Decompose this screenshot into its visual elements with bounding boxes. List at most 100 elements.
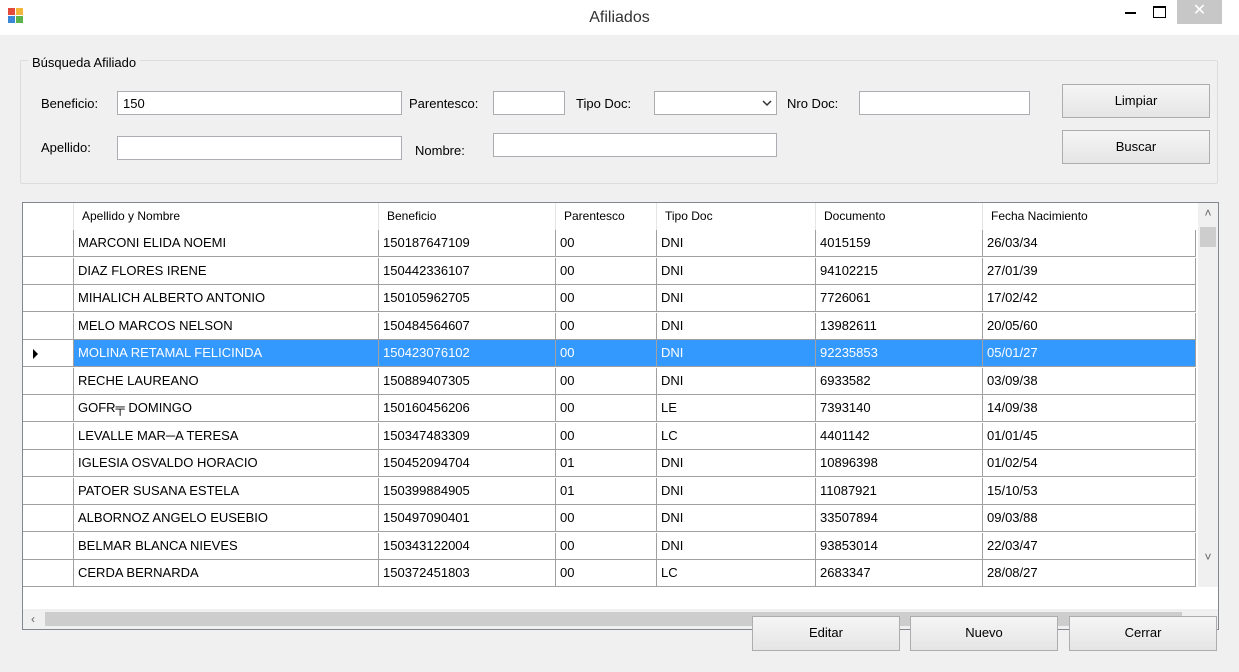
table-cell[interactable]: MOLINA RETAMAL FELICINDA: [74, 340, 379, 367]
table-row[interactable]: BELMAR BLANCA NIEVES 150343122004 00 DNI 938…: [23, 532, 1196, 560]
table-cell[interactable]: 4015159: [816, 230, 983, 257]
table-cell[interactable]: DNI: [657, 340, 816, 367]
column-header[interactable]: Apellido y Nombre: [74, 203, 379, 230]
table-cell[interactable]: 2683347: [816, 560, 983, 587]
table-cell[interactable]: 150442336107: [379, 257, 556, 285]
table-cell[interactable]: 00: [556, 367, 657, 395]
table-row[interactable]: CERDA BERNARDA 150372451803 00 LC 2683347 28/…: [23, 560, 1196, 587]
row-header[interactable]: [23, 367, 74, 395]
table-cell[interactable]: DNI: [657, 450, 816, 477]
table-row[interactable]: DIAZ FLORES IRENE 150442336107 00 DNI 941022…: [23, 257, 1196, 285]
row-header[interactable]: [23, 395, 74, 422]
table-cell[interactable]: 150452094704: [379, 450, 556, 477]
table-row[interactable]: MOLINA RETAMAL FELICINDA 150423076102 00 DN…: [23, 340, 1196, 367]
table-cell[interactable]: 00: [556, 532, 657, 560]
apellido-input[interactable]: [117, 136, 402, 160]
row-header[interactable]: [23, 340, 74, 367]
table-cell[interactable]: DNI: [657, 367, 816, 395]
column-header[interactable]: Documento: [816, 203, 983, 230]
table-cell[interactable]: 4401142: [816, 422, 983, 450]
table-cell[interactable]: 01: [556, 477, 657, 505]
table-cell[interactable]: 150187647109: [379, 230, 556, 257]
buscar-button[interactable]: Buscar: [1062, 130, 1210, 164]
table-cell[interactable]: 150399884905: [379, 477, 556, 505]
table-cell[interactable]: 94102215: [816, 257, 983, 285]
table-cell[interactable]: 00: [556, 395, 657, 422]
table-cell[interactable]: 27/01/39: [983, 257, 1196, 285]
table-cell[interactable]: PATOER SUSANA ESTELA: [74, 477, 379, 505]
table-cell[interactable]: 150484564607: [379, 312, 556, 340]
table-cell[interactable]: DNI: [657, 505, 816, 532]
table-cell[interactable]: 00: [556, 505, 657, 532]
table-cell[interactable]: 00: [556, 312, 657, 340]
table-cell[interactable]: 15/10/53: [983, 477, 1196, 505]
table-cell[interactable]: DNI: [657, 532, 816, 560]
table-row[interactable]: MARCONI ELIDA NOEMI 150187647109 00 DNI 4015…: [23, 230, 1196, 257]
close-icon[interactable]: ✕: [1177, 0, 1222, 24]
table-cell[interactable]: LE: [657, 395, 816, 422]
table-cell[interactable]: 01: [556, 450, 657, 477]
table-cell[interactable]: LC: [657, 422, 816, 450]
table-cell[interactable]: 20/05/60: [983, 312, 1196, 340]
table-cell[interactable]: 00: [556, 230, 657, 257]
table-cell[interactable]: DNI: [657, 312, 816, 340]
table-cell[interactable]: MELO MARCOS NELSON: [74, 312, 379, 340]
table-row[interactable]: RECHE LAUREANO 150889407305 00 DNI 6933582 03…: [23, 367, 1196, 395]
table-cell[interactable]: 00: [556, 340, 657, 367]
table-cell[interactable]: 150160456206: [379, 395, 556, 422]
table-row[interactable]: PATOER SUSANA ESTELA 150399884905 01 DNI 110…: [23, 477, 1196, 505]
row-header[interactable]: [23, 560, 74, 587]
table-cell[interactable]: 93853014: [816, 532, 983, 560]
table-cell[interactable]: 7393140: [816, 395, 983, 422]
minimize-icon[interactable]: [1117, 0, 1143, 24]
table-cell[interactable]: 00: [556, 422, 657, 450]
table-cell[interactable]: ALBORNOZ ANGELO EUSEBIO: [74, 505, 379, 532]
table-cell[interactable]: 6933582: [816, 367, 983, 395]
table-cell[interactable]: 14/09/38: [983, 395, 1196, 422]
table-cell[interactable]: RECHE LAUREANO: [74, 367, 379, 395]
table-cell[interactable]: 05/01/27: [983, 340, 1196, 367]
beneficio-input[interactable]: [117, 91, 402, 115]
scroll-left-icon[interactable]: ‹: [24, 609, 42, 629]
table-cell[interactable]: GOFR╤ DOMINGO: [74, 395, 379, 422]
afiliados-grid[interactable]: Apellido y Nombre Beneficio Parentesco T…: [22, 202, 1219, 630]
vertical-scrollbar[interactable]: ˄ ˅: [1198, 203, 1218, 587]
limpiar-button[interactable]: Limpiar: [1062, 84, 1210, 118]
table-cell[interactable]: BELMAR BLANCA NIEVES: [74, 532, 379, 560]
table-row[interactable]: GOFR╤ DOMINGO 150160456206 00 LE 7393140 14/0…: [23, 395, 1196, 422]
row-header[interactable]: [23, 230, 74, 257]
table-cell[interactable]: DNI: [657, 477, 816, 505]
parentesco-input[interactable]: [493, 91, 565, 115]
row-header[interactable]: [23, 422, 74, 450]
table-cell[interactable]: DNI: [657, 230, 816, 257]
table-cell[interactable]: 01/02/54: [983, 450, 1196, 477]
table-cell[interactable]: 92235853: [816, 340, 983, 367]
nombre-input[interactable]: [493, 133, 777, 157]
table-cell[interactable]: LC: [657, 560, 816, 587]
table-cell[interactable]: 150347483309: [379, 422, 556, 450]
table-cell[interactable]: 150372451803: [379, 560, 556, 587]
table-cell[interactable]: 7726061: [816, 285, 983, 312]
table-cell[interactable]: 150889407305: [379, 367, 556, 395]
cerrar-button[interactable]: Cerrar: [1069, 616, 1217, 651]
table-row[interactable]: MELO MARCOS NELSON 150484564607 00 DNI 13982…: [23, 312, 1196, 340]
table-cell[interactable]: MARCONI ELIDA NOEMI: [74, 230, 379, 257]
table-row[interactable]: MIHALICH ALBERTO ANTONIO 150105962705 00 DN…: [23, 285, 1196, 312]
table-cell[interactable]: DIAZ FLORES IRENE: [74, 257, 379, 285]
table-cell[interactable]: 00: [556, 560, 657, 587]
nuevo-button[interactable]: Nuevo: [910, 616, 1058, 651]
table-cell[interactable]: CERDA BERNARDA: [74, 560, 379, 587]
row-header[interactable]: [23, 312, 74, 340]
table-cell[interactable]: 28/08/27: [983, 560, 1196, 587]
table-row[interactable]: IGLESIA OSVALDO HORACIO 150452094704 01 DNI…: [23, 450, 1196, 477]
table-row[interactable]: ALBORNOZ ANGELO EUSEBIO 150497090401 00 DNI…: [23, 505, 1196, 532]
nro-doc-input[interactable]: [859, 91, 1030, 115]
table-cell[interactable]: 00: [556, 257, 657, 285]
column-header[interactable]: Beneficio: [379, 203, 556, 230]
row-header[interactable]: [23, 505, 74, 532]
column-header[interactable]: Parentesco: [556, 203, 657, 230]
row-header[interactable]: [23, 477, 74, 505]
table-cell[interactable]: 01/01/45: [983, 422, 1196, 450]
vertical-scroll-thumb[interactable]: [1200, 227, 1216, 247]
column-header[interactable]: Fecha Nacimiento: [983, 203, 1196, 230]
